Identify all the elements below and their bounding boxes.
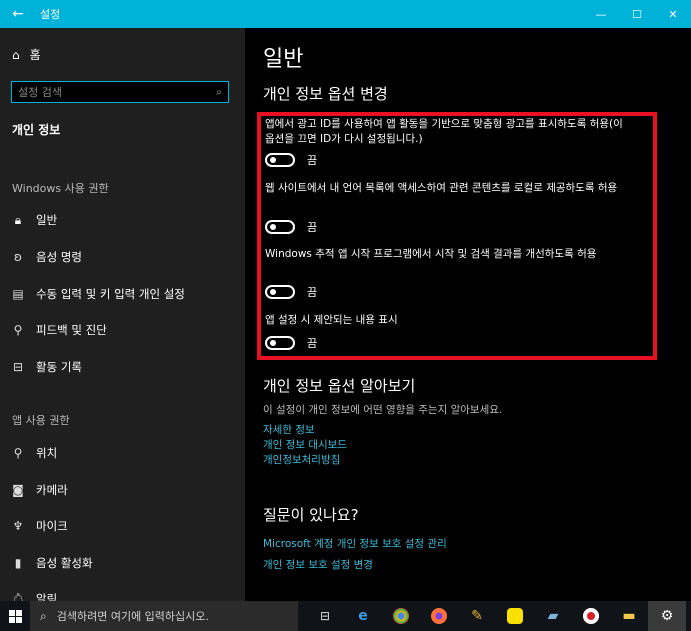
sidebar-item-label: 일반 xyxy=(36,213,58,227)
window-title: 설정 xyxy=(40,8,61,21)
sidebar-item-label: 수동 입력 및 키 입력 개인 설정 xyxy=(36,287,185,301)
paint-icon[interactable]: ✎ xyxy=(458,601,496,631)
location-icon: ⚲ xyxy=(13,446,23,460)
link-more-info[interactable]: 자세한 정보 xyxy=(263,422,315,437)
chrome-icon[interactable] xyxy=(382,601,420,631)
home-label: 홈 xyxy=(29,48,41,62)
toggle-state-label: 끔 xyxy=(307,337,318,350)
sidebar-item-location[interactable]: ⚲ 위치 xyxy=(10,443,58,463)
firefox-icon[interactable] xyxy=(420,601,458,631)
sidebar-item-voice-activation[interactable]: ▮ 음성 활성화 xyxy=(10,553,93,573)
learn-heading: 개인 정보 옵션 알아보기 xyxy=(263,377,416,395)
link-change-privacy-settings[interactable]: 개인 정보 보호 설정 변경 xyxy=(263,557,373,572)
toggle-state-label: 끔 xyxy=(307,221,318,234)
toggle-state-label: 끔 xyxy=(307,154,318,167)
link-privacy-statement[interactable]: 개인정보처리방침 xyxy=(263,452,340,467)
home-icon: ⌂ xyxy=(12,47,20,62)
timeline-icon: ⊟ xyxy=(12,360,24,374)
sidebar-item-feedback[interactable]: ⚲ 피드백 및 진단 xyxy=(10,320,107,340)
link-privacy-dashboard[interactable]: 개인 정보 대시보드 xyxy=(263,437,347,452)
sidebar-item-microphone[interactable]: ♆ 마이크 xyxy=(10,516,68,536)
sidebar-item-label: 피드백 및 진단 xyxy=(36,323,107,337)
task-view-icon[interactable]: ⊟ xyxy=(306,601,344,631)
edge-icon[interactable]: e xyxy=(344,601,382,631)
option-language-list: 끔 xyxy=(265,219,317,235)
sidebar-item-activity-history[interactable]: ⊟ 활동 기록 xyxy=(10,357,82,377)
suggested-content-toggle[interactable] xyxy=(265,336,295,350)
app-permissions-heading: 앱 사용 권한 xyxy=(12,414,70,427)
sidebar-home[interactable]: ⌂ 홈 xyxy=(12,46,41,63)
lock-icon: 🔒︎ xyxy=(14,212,22,227)
toggle-state-label: 끔 xyxy=(307,286,318,299)
kakaotalk-icon[interactable] xyxy=(496,601,534,631)
option-suggested-content-text: 앱 설정 시 제안되는 내용 표시 xyxy=(265,314,398,326)
bell-icon: 🔔︎ xyxy=(10,592,26,601)
windows-logo-icon xyxy=(8,609,22,623)
title-bar: ← 설정 — ☐ ✕ xyxy=(0,0,691,28)
option-language-list-text: 웹 사이트에서 내 언어 목록에 액세스하여 관련 콘텐츠를 로컬로 제공하도록… xyxy=(265,182,618,194)
voice-icon: ▮ xyxy=(14,556,22,570)
start-button[interactable] xyxy=(0,601,30,631)
feedback-icon: ⚲ xyxy=(13,323,23,337)
sidebar-item-general[interactable]: 🔒︎ 일반 xyxy=(10,210,57,230)
microphone-icon: ♆ xyxy=(12,519,24,533)
camera-icon: ◙ xyxy=(12,483,24,497)
option-advertising-id: 끔 xyxy=(265,152,317,168)
sidebar-item-speech[interactable]: ʚ 음성 명령 xyxy=(10,247,82,267)
back-arrow-icon[interactable]: ← xyxy=(0,0,36,28)
settings-search-input[interactable] xyxy=(12,84,210,100)
close-button[interactable]: ✕ xyxy=(655,0,691,28)
sidebar-item-label: 음성 명령 xyxy=(36,250,82,264)
file-explorer-icon[interactable]: ▬ xyxy=(610,601,648,631)
option-suggested-content: 끔 xyxy=(265,335,317,351)
sidebar-item-label: 카메라 xyxy=(36,483,68,497)
advertising-id-toggle[interactable] xyxy=(265,153,295,167)
search-icon: ⌕ xyxy=(40,608,47,623)
option-app-launch-tracking: 끔 xyxy=(265,284,317,300)
sidebar-item-label: 알림 xyxy=(36,592,58,601)
options-heading: 개인 정보 옵션 변경 xyxy=(263,85,388,103)
question-heading: 질문이 있나요? xyxy=(263,506,359,524)
record-icon[interactable] xyxy=(572,601,610,631)
taskbar-search-box[interactable]: ⌕ xyxy=(30,601,298,631)
main-content: 일반 개인 정보 옵션 변경 앱에서 광고 ID를 사용하여 앱 활동을 기반으… xyxy=(245,28,691,601)
sidebar-item-camera[interactable]: ◙ 카메라 xyxy=(10,480,68,500)
windows-permissions-heading: Windows 사용 권한 xyxy=(12,182,109,195)
speech-icon: ʚ xyxy=(14,250,22,264)
sidebar: ⌂ 홈 ⌕ 개인 정보 Windows 사용 권한 🔒︎ 일반 ʚ 음성 명령 … xyxy=(0,28,245,601)
learn-description: 이 설정이 개인 정보에 어떤 영향을 주는지 알아보세요. xyxy=(263,404,503,416)
taskbar-search-input[interactable] xyxy=(54,608,279,624)
sidebar-item-label: 음성 활성화 xyxy=(36,556,93,570)
search-icon[interactable]: ⌕ xyxy=(210,87,228,98)
minimize-button[interactable]: — xyxy=(583,0,619,28)
link-manage-microsoft-privacy[interactable]: Microsoft 계정 개인 정보 보호 설정 관리 xyxy=(263,536,447,551)
sidebar-item-label: 활동 기록 xyxy=(36,360,82,374)
language-list-toggle[interactable] xyxy=(265,220,295,234)
clipboard-icon: ▤ xyxy=(12,287,24,301)
notes-icon[interactable]: ▰ xyxy=(534,601,572,631)
option-app-launch-tracking-text: Windows 추적 앱 시작 프로그램에서 시작 및 검색 결과를 개선하도록… xyxy=(265,248,597,260)
taskbar: ⌕ ⊟ e ✎ ▰ ▬ ⚙ xyxy=(0,601,691,631)
option-advertising-id-text: 앱에서 광고 ID를 사용하여 앱 활동을 기반으로 맞춤형 광고를 표시하도록… xyxy=(265,118,623,145)
page-title: 일반 xyxy=(263,47,304,72)
privacy-heading: 개인 정보 xyxy=(12,123,61,137)
sidebar-item-label: 마이크 xyxy=(36,519,68,533)
maximize-button[interactable]: ☐ xyxy=(619,0,655,28)
sidebar-item-label: 위치 xyxy=(36,446,58,460)
settings-gear-icon[interactable]: ⚙ xyxy=(648,601,686,631)
settings-search-box[interactable]: ⌕ xyxy=(11,81,229,103)
app-launch-tracking-toggle[interactable] xyxy=(265,285,295,299)
sidebar-item-inking-typing[interactable]: ▤ 수동 입력 및 키 입력 개인 설정 xyxy=(10,284,185,304)
sidebar-item-notifications[interactable]: 🔔︎ 알림 xyxy=(10,589,57,601)
